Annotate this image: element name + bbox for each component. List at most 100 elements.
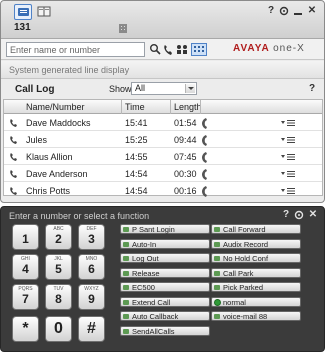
feature-button[interactable]: Audix Record (211, 239, 301, 249)
key-6[interactable]: MNO 6 (78, 254, 105, 280)
key-digit: 6 (88, 262, 95, 276)
search-input[interactable] (6, 42, 145, 57)
call-log-help-icon[interactable]: ? (309, 83, 315, 94)
close-icon[interactable]: ✕ (308, 210, 318, 220)
row-menu-icon[interactable] (281, 170, 295, 178)
search-icon[interactable] (149, 42, 161, 57)
feature-label: Call Park (223, 269, 254, 278)
feature-button[interactable]: Auto Callback (120, 311, 210, 321)
feature-button[interactable]: Log Out (120, 253, 210, 263)
key-7[interactable]: PQRS 7 (12, 284, 39, 310)
call-name: Jules (26, 135, 48, 145)
help-icon[interactable]: ? (281, 210, 291, 220)
column-header-time[interactable]: Time (125, 102, 145, 112)
key-8[interactable]: TUV 8 (45, 284, 72, 310)
handset-icon[interactable] (201, 118, 208, 129)
title-bar: 131 ? ✕ (1, 1, 324, 39)
feature-label: normal (223, 298, 246, 307)
keypad-toggle-icon[interactable] (191, 42, 207, 57)
chevron-down-icon[interactable] (185, 84, 195, 93)
brand-logo: AVAYA one-X (233, 43, 305, 54)
call-icon[interactable] (162, 42, 174, 57)
feature-button[interactable]: EC500 (120, 282, 210, 292)
key-star[interactable]: * (12, 316, 39, 342)
row-menu-icon[interactable] (281, 119, 295, 127)
call-time: 14:54 (125, 186, 148, 196)
column-header-name[interactable]: Name/Number (26, 102, 85, 112)
column-divider (121, 100, 122, 114)
key-1[interactable]: 1 (12, 224, 39, 250)
line-display-bar: System generated line display (1, 61, 324, 79)
key-0[interactable]: 0 (45, 316, 72, 342)
close-icon[interactable]: ✕ (307, 6, 317, 16)
handset-icon[interactable] (201, 152, 208, 163)
key-digit: 2 (55, 232, 62, 246)
handset-icon[interactable] (201, 186, 208, 197)
call-log-table: Name/Number Time Length Dave Maddocks 15… (3, 99, 323, 199)
phone-tab-icon[interactable] (14, 4, 32, 20)
building-icon (119, 24, 127, 33)
handset-icon[interactable] (201, 169, 208, 180)
feature-label: EC500 (132, 283, 155, 292)
key-3[interactable]: DEF 3 (78, 224, 105, 250)
dial-prompt[interactable]: Enter a number or select a function (9, 211, 149, 221)
status-led (214, 242, 220, 247)
feature-button[interactable]: Extend Call (120, 297, 210, 307)
call-time: 14:54 (125, 169, 148, 179)
incoming-call-icon (10, 187, 17, 195)
call-time: 15:25 (125, 135, 148, 145)
table-row[interactable]: Chris Potts 14:54 00:16 (4, 183, 322, 199)
line-display-text: System generated line display (9, 65, 130, 75)
minimize-icon[interactable] (293, 6, 303, 16)
key-digit: 1 (22, 232, 29, 246)
call-appearance-button[interactable]: normal (211, 297, 301, 307)
extension-number: 131 (14, 22, 31, 33)
feature-button[interactable]: Pick Parked (211, 282, 301, 292)
feature-label: Release (132, 269, 160, 278)
table-row[interactable]: Dave Anderson 14:54 00:30 (4, 166, 322, 182)
feature-button[interactable]: Release (120, 268, 210, 278)
feature-label: Extend Call (132, 298, 171, 307)
status-led (123, 271, 129, 276)
feature-label: No Hold Conf (223, 254, 269, 263)
call-length: 01:54 (174, 118, 197, 128)
feature-label: Call Forward (223, 225, 266, 234)
column-header-length[interactable]: Length (174, 102, 202, 112)
conference-icon[interactable] (175, 42, 189, 57)
key-digit: 7 (22, 292, 29, 306)
feature-button[interactable]: Auto-In (120, 239, 210, 249)
key-2[interactable]: ABC 2 (45, 224, 72, 250)
settings-icon[interactable] (279, 6, 289, 16)
contacts-tab-icon[interactable] (35, 4, 53, 20)
row-menu-icon[interactable] (281, 136, 295, 144)
feature-button[interactable]: SendAllCalls (120, 326, 210, 336)
row-menu-icon[interactable] (281, 187, 295, 195)
table-row[interactable]: Jules 15:25 09:44 (4, 132, 322, 148)
status-led (214, 227, 220, 232)
table-row[interactable]: Klaus Allion 14:55 07:45 (4, 149, 322, 165)
feature-button[interactable]: P Sant Login (120, 224, 210, 234)
key-9[interactable]: WXYZ 9 (78, 284, 105, 310)
key-5[interactable]: JKL 5 (45, 254, 72, 280)
table-row[interactable]: Dave Maddocks 15:41 01:54 (4, 115, 322, 131)
incoming-call-icon (10, 119, 17, 127)
feature-button[interactable]: voice-mail 88 (211, 311, 301, 321)
key-hash[interactable]: # (78, 316, 105, 342)
handset-icon[interactable] (201, 135, 208, 146)
status-led (214, 314, 220, 319)
key-digit: * (22, 320, 29, 337)
key-digit: 8 (55, 292, 62, 306)
feature-button[interactable]: No Hold Conf (211, 253, 301, 263)
key-4[interactable]: GHI 4 (12, 254, 39, 280)
show-filter-select[interactable]: All (131, 82, 197, 95)
row-menu-icon[interactable] (281, 153, 295, 161)
status-led (123, 227, 129, 232)
feature-buttons: P Sant Login Auto-In Log Out Release EC5… (120, 224, 320, 348)
feature-label: P Sant Login (132, 225, 175, 234)
feature-button[interactable]: Call Park (211, 268, 301, 278)
status-dot-icon (214, 299, 221, 306)
settings-icon[interactable] (294, 210, 304, 220)
status-led (123, 300, 129, 305)
help-icon[interactable]: ? (266, 6, 276, 16)
feature-button[interactable]: Call Forward (211, 224, 301, 234)
